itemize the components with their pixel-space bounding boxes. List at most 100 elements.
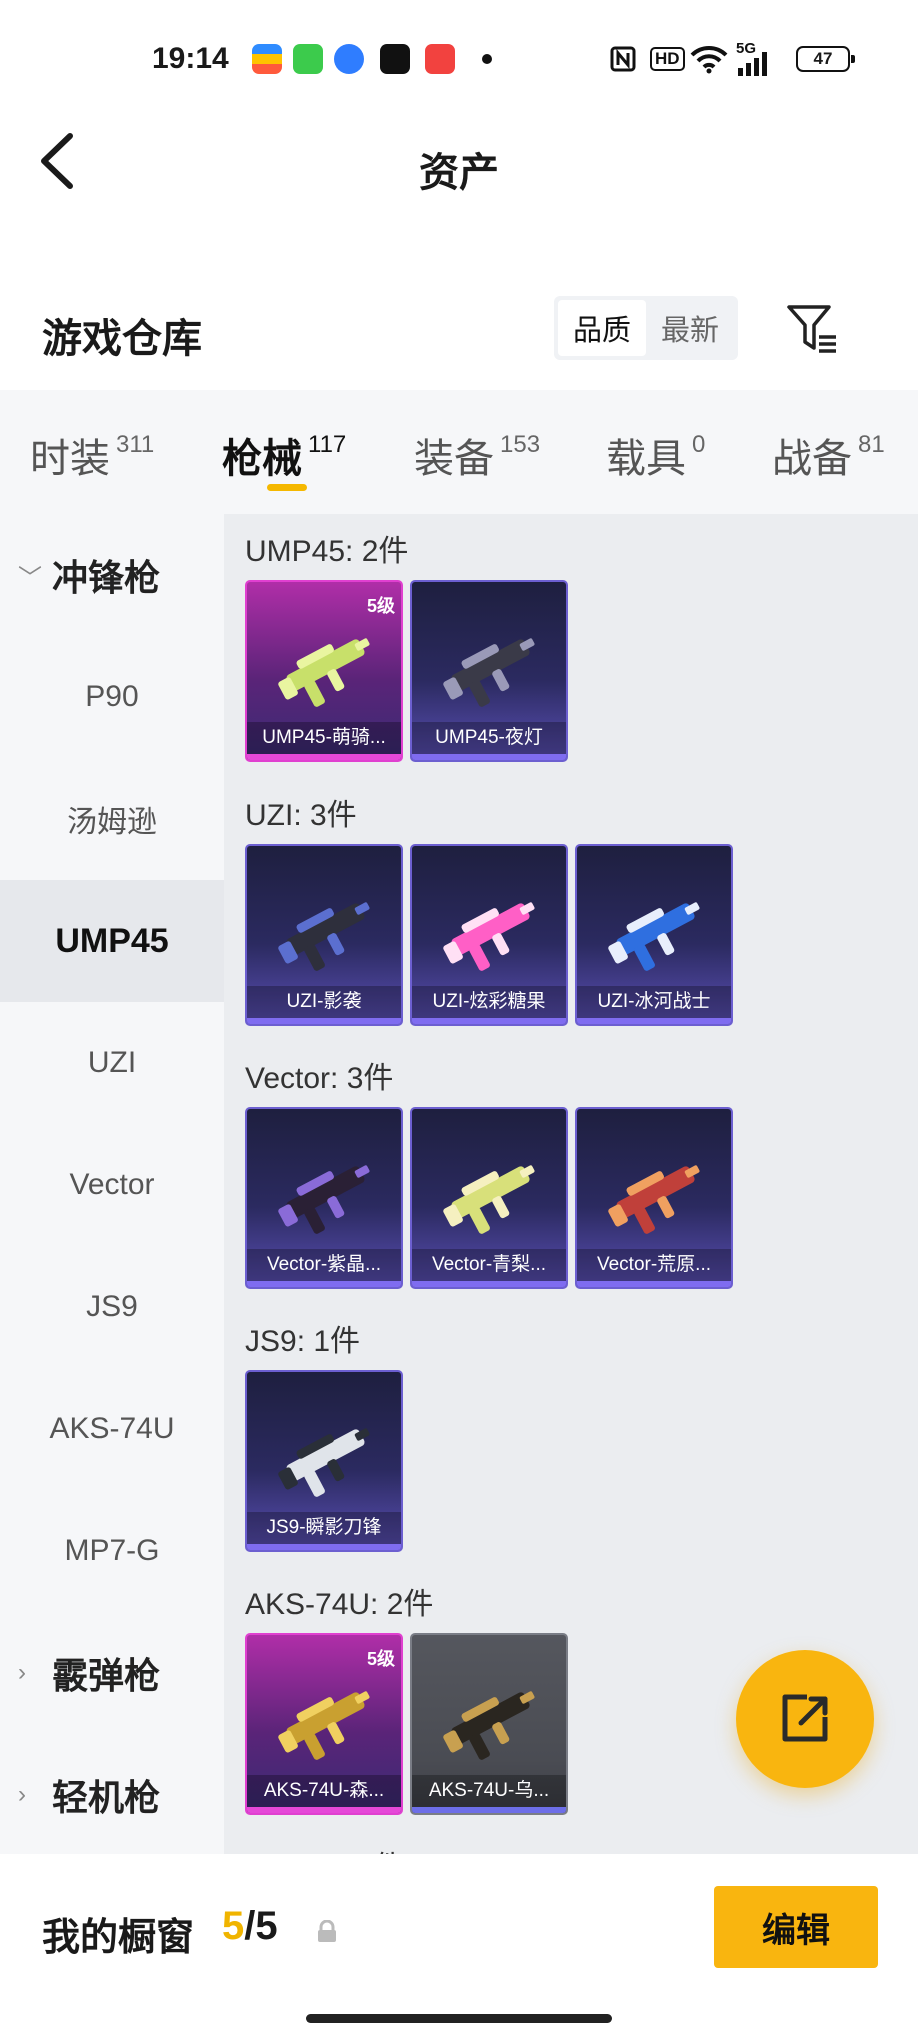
showcase-count-current: 5 [222,1904,245,1948]
wifi-icon [690,45,728,74]
tab-weapons[interactable]: 枪械 117 [222,426,346,484]
weapon-name: AKS-74U-森... [247,1775,401,1813]
video-app-icon [425,44,455,74]
section-label: JS9: 1件 [245,1325,361,1358]
weapon-card[interactable]: 5级 AKS-74U-森... [245,1633,403,1815]
weapon-image [443,1165,535,1234]
tab-label: 枪械 [222,437,302,481]
weapon-image [278,1691,370,1760]
status-time: 19:14 [152,42,229,75]
tab-outfits[interactable]: 时装 311 [30,426,154,484]
edit-button[interactable]: 编辑 [714,1886,878,1968]
warehouse-title: 游戏仓库 [42,317,202,361]
weapon-card[interactable]: 5级 UMP45-萌骑... [245,580,403,762]
tab-label: 战备 [772,437,852,481]
weapon-name: Vector-青梨... [412,1249,566,1287]
sort-toggle: 品质 最新 [554,296,738,360]
weapon-card[interactable]: AKS-74U-乌... [410,1633,568,1815]
weapon-type-sidebar: ﹀ 冲锋枪 P90 汤姆逊 UMP45 UZI Vector JS9 AKS-74… [0,514,224,1854]
weapon-card[interactable]: JS9-瞬影刀锋 [245,1370,403,1552]
browser-app-icon [334,44,364,74]
share-icon [782,1694,828,1742]
sidebar-group-shotgun[interactable]: › 霰弹枪 [0,1612,224,1734]
chevron-right-icon: › [18,1659,26,1686]
tab-count: 153 [500,431,541,458]
weapon-name: UZI-影袭 [247,986,401,1024]
weapon-image [278,1165,370,1234]
showcase-count-separator: / [244,1904,256,1948]
sidebar-item-uzi[interactable]: UZI [0,1002,224,1124]
weapon-name: AKS-74U-乌... [412,1775,566,1813]
category-tabs: 时装 311 枪械 117 装备 153 载具 0 战备 81 [0,390,918,514]
tab-supplies[interactable]: 战备 81 [772,426,885,484]
weapon-name: JS9-瞬影刀锋 [247,1512,401,1550]
showcase-label: 我的橱窗 [42,1917,195,1959]
message-app-icon [293,44,323,74]
sidebar-item-mp7g[interactable]: MP7-G [0,1490,224,1612]
filter-icon[interactable] [786,304,838,354]
tab-label: 装备 [414,437,494,481]
chevron-down-icon: ﹀ [18,564,42,592]
sidebar-item-p90[interactable]: P90 [0,636,224,758]
share-button[interactable] [736,1650,874,1788]
weapon-image [278,902,370,971]
sidebar-item-aks74u[interactable]: AKS-74U [0,1368,224,1490]
tab-label: 载具 [606,437,686,481]
sort-newest-option[interactable]: 最新 [646,300,734,356]
nfc-icon [610,46,636,72]
weapon-card[interactable]: UZI-冰河战士 [575,844,733,1026]
tab-label: 时装 [30,437,110,481]
signal-icon [738,52,767,76]
sort-quality-option[interactable]: 品质 [558,300,646,356]
hd-icon: HD [650,47,685,71]
sidebar-group-label: 冲锋枪 [52,557,161,598]
battery-icon: 47 [796,46,855,72]
section-label: AKS-74U: 2件 [245,1588,434,1621]
section-label: UZI: 3件 [245,799,357,832]
sidebar-group-smg[interactable]: ﹀ 冲锋枪 [0,514,224,636]
weapon-card[interactable]: UZI-影袭 [245,844,403,1026]
page-title: 资产 [419,151,499,195]
weapon-image [278,1428,370,1497]
sidebar-group-lmg[interactable]: › 轻机枪 [0,1734,224,1856]
chevron-right-icon: › [18,1781,26,1808]
section-label: Vector: 3件 [245,1062,394,1095]
sidebar-item-thompson[interactable]: 汤姆逊 [0,758,224,880]
tab-count: 81 [858,431,885,458]
sidebar-item-vector[interactable]: Vector [0,1124,224,1246]
weapon-card[interactable]: UZI-炫彩糖果 [410,844,568,1026]
weapon-card[interactable]: Vector-紫晶... [245,1107,403,1289]
weapon-card[interactable]: UMP45-夜灯 [410,580,568,762]
weapon-name: UMP45-夜灯 [412,722,566,760]
section-label: UMP45: 2件 [245,535,409,568]
section-label: MP7-G: 1件 [245,1842,403,1854]
tab-count: 117 [308,431,347,458]
tab-vehicles[interactable]: 载具 0 [606,426,705,484]
weapon-card[interactable]: Vector-青梨... [410,1107,568,1289]
sidebar-group-label: 轻机枪 [52,1777,161,1818]
active-tab-indicator [267,484,307,491]
sidebar-item-ump45[interactable]: UMP45 [0,880,224,1002]
showcase-count: 5/5 [222,1904,278,1949]
showcase-bar: 我的橱窗 5/5 编辑 [0,1854,918,2040]
tab-equipment[interactable]: 装备 153 [414,426,540,484]
weapon-name: Vector-紫晶... [247,1249,401,1287]
weapon-image [608,1165,700,1234]
showcase-count-total: 5 [255,1904,278,1948]
weapon-image [278,638,370,707]
weapon-card[interactable]: Vector-荒原... [575,1107,733,1289]
weapon-name: Vector-荒原... [577,1249,731,1287]
grade-badge: 5级 [366,596,395,616]
weapon-image [443,902,535,971]
weapon-name: UZI-冰河战士 [577,986,731,1024]
lock-icon [318,1920,336,1942]
tab-count: 311 [116,431,155,458]
more-notifications-dot [482,54,492,64]
wallet-app-icon [252,44,282,74]
grade-badge: 5级 [366,1649,395,1669]
sidebar-item-js9[interactable]: JS9 [0,1246,224,1368]
weapon-name: UZI-炫彩糖果 [412,986,566,1024]
home-indicator[interactable] [306,2014,612,2023]
status-bar: 19:14 HD 5G 47 [0,0,918,120]
weapon-image [443,1691,535,1760]
